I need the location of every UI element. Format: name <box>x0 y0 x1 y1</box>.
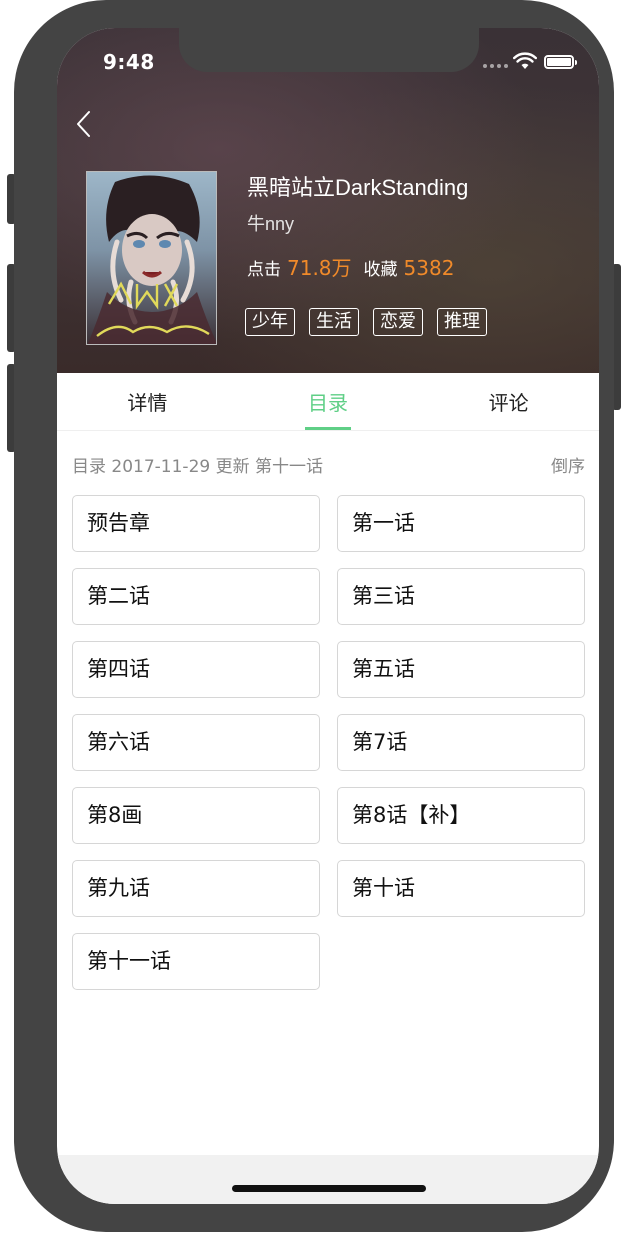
tag-item[interactable]: 生活 <box>309 308 359 336</box>
back-chevron-icon[interactable] <box>72 108 96 140</box>
screen: 9:48 黑暗站立DarkStanding 牛nny 点击 71.8万 收藏 5… <box>57 28 599 1204</box>
battery-icon <box>544 55 577 69</box>
chapter-item[interactable]: 第8话【补】 <box>337 787 585 844</box>
chapter-item[interactable]: 第一话 <box>337 495 585 552</box>
chapter-item[interactable]: 预告章 <box>72 495 320 552</box>
chapter-item[interactable]: 第四话 <box>72 641 320 698</box>
bottom-safe-area <box>57 1155 599 1204</box>
tab-bar: 详情 目录 评论 <box>57 373 599 431</box>
chapter-item[interactable]: 第二话 <box>72 568 320 625</box>
tag-item[interactable]: 少年 <box>245 308 295 336</box>
chapter-item[interactable]: 第三话 <box>337 568 585 625</box>
catalog-update-info: 目录 2017-11-29 更新 第十一话 <box>72 457 324 477</box>
chapter-item[interactable]: 第九话 <box>72 860 320 917</box>
tab-details[interactable]: 详情 <box>57 373 238 430</box>
catalog-header: 目录 2017-11-29 更新 第十一话 倒序 <box>72 452 585 477</box>
chapter-item[interactable]: 第7话 <box>337 714 585 771</box>
comic-header: 9:48 黑暗站立DarkStanding 牛nny 点击 71.8万 收藏 5… <box>57 28 599 373</box>
favorites-label: 收藏 <box>363 260 398 280</box>
chapter-item[interactable]: 第十话 <box>337 860 585 917</box>
clicks-value: 71.8万 <box>287 256 352 280</box>
wifi-icon <box>513 52 537 69</box>
chapter-item[interactable]: 第五话 <box>337 641 585 698</box>
chapter-item[interactable]: 第十一话 <box>72 933 320 990</box>
status-time: 9:48 <box>103 50 155 74</box>
tab-comments[interactable]: 评论 <box>418 373 599 430</box>
favorites-value: 5382 <box>403 256 455 280</box>
comic-title: 黑暗站立DarkStanding <box>247 175 469 200</box>
chapter-item[interactable]: 第8画 <box>72 787 320 844</box>
sort-toggle-button[interactable]: 倒序 <box>551 452 585 477</box>
phone-frame: 9:48 黑暗站立DarkStanding 牛nny 点击 71.8万 收藏 5… <box>14 0 614 1232</box>
comic-stats: 点击 71.8万 收藏 5382 <box>247 252 466 281</box>
home-indicator[interactable] <box>232 1185 426 1192</box>
clicks-label: 点击 <box>247 260 281 280</box>
tag-item[interactable]: 恋爱 <box>373 308 423 336</box>
tag-item[interactable]: 推理 <box>437 308 487 336</box>
cellular-signal-icon <box>483 64 508 68</box>
chapter-grid: 预告章 第一话 第二话 第三话 第四话 第五话 第六话 第7话 第8画 第8话【… <box>72 495 586 990</box>
comic-author[interactable]: 牛nny <box>247 210 294 236</box>
notch <box>179 28 479 72</box>
tab-catalog[interactable]: 目录 <box>238 373 419 430</box>
comic-cover[interactable] <box>86 171 217 345</box>
chapter-item[interactable]: 第六话 <box>72 714 320 771</box>
tag-list: 少年 生活 恋爱 推理 <box>245 308 487 336</box>
